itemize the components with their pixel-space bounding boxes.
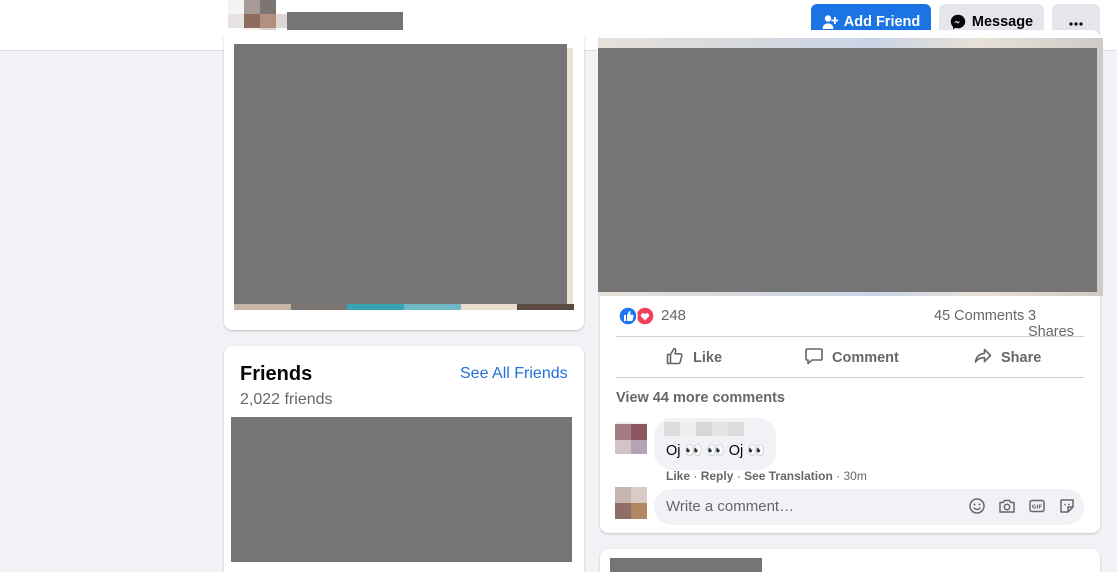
like-icon	[665, 346, 693, 370]
comment-reply-link[interactable]: Reply	[701, 469, 734, 483]
friends-count: 2,022 friends	[240, 391, 333, 408]
see-all-friends-link[interactable]: See All Friends	[460, 365, 568, 383]
write-comment-placeholder: Write a comment…	[666, 498, 795, 515]
comment-label: Comment	[832, 350, 899, 366]
friends-card: Friends See All Friends 2,022 friends	[224, 346, 584, 572]
messenger-icon	[950, 14, 966, 30]
comment-button[interactable]: Comment	[804, 345, 899, 371]
share-label: Share	[1001, 350, 1042, 366]
add-friend-icon	[822, 14, 838, 30]
commenter-avatar-pixels	[615, 422, 647, 454]
comment-tools: GIF	[968, 497, 1076, 515]
reaction-count[interactable]: 248	[661, 307, 686, 324]
add-friend-label: Add Friend	[843, 13, 921, 30]
friends-grid-redacted[interactable]	[231, 417, 572, 562]
view-more-comments-link[interactable]: View 44 more comments	[616, 390, 785, 406]
gif-icon[interactable]: GIF	[1028, 497, 1046, 515]
reaction-icons[interactable]	[618, 306, 658, 326]
comment-bubble: Oj 👀 👀 Oj 👀	[654, 418, 776, 470]
comment-icon	[804, 346, 832, 370]
actions-divider-bottom	[616, 377, 1084, 378]
comment-like-link[interactable]: Like	[666, 469, 690, 483]
comment-text: Oj 👀 👀 Oj 👀	[666, 443, 766, 459]
friends-title: Friends	[240, 363, 313, 385]
see-translation-link[interactable]: See Translation	[744, 469, 833, 483]
share-button[interactable]: Share	[973, 345, 1041, 371]
post-photo-redacted[interactable]	[598, 48, 1097, 292]
current-user-avatar[interactable]	[615, 487, 647, 519]
write-comment-field[interactable]: Write a comment… GIF	[654, 489, 1084, 525]
share-icon	[973, 346, 1001, 370]
comment-time[interactable]: 30m	[843, 469, 866, 483]
more-horizontal-icon	[1069, 14, 1083, 30]
actions-divider-top	[616, 336, 1084, 337]
photos-grid-edge	[234, 304, 575, 310]
emoji-icon[interactable]	[968, 497, 986, 515]
commenter-name-pixelated[interactable]	[664, 422, 744, 436]
post-card: 248 45 Comments 3 Shares Like Comment Sh…	[598, 30, 1103, 533]
like-button[interactable]: Like	[665, 345, 722, 371]
message-label: Message	[971, 13, 1034, 30]
reactions-row: 248 45 Comments 3 Shares	[616, 305, 1084, 340]
photos-card	[224, 30, 584, 330]
camera-icon[interactable]	[998, 497, 1016, 515]
comments-count[interactable]: 45 Comments	[934, 308, 1024, 324]
sticker-icon[interactable]	[1058, 497, 1076, 515]
svg-text:GIF: GIF	[1032, 505, 1043, 511]
comment-meta: Like · Reply · See Translation · 30m	[666, 469, 867, 483]
photos-grid-redacted[interactable]	[234, 44, 567, 304]
like-label: Like	[693, 350, 723, 366]
next-post-card	[600, 549, 1100, 572]
next-post-header-redacted	[610, 558, 762, 572]
